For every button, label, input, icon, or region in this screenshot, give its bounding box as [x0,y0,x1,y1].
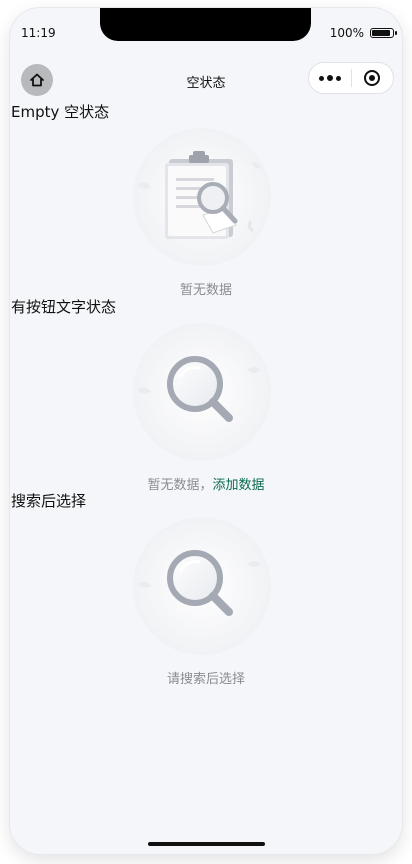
empty-description: 暂无数据 [179,283,232,298]
empty-description-text: 暂无数据， [147,478,213,493]
battery-fill [372,30,390,36]
more-button[interactable] [309,63,351,93]
phone-frame: 11:19 100% 空状态 Empty 空状态 暂无数据 有按钮文字状态 暂无… [10,8,402,854]
empty-description: 请搜索后选择 [166,672,245,687]
status-right: 100% [329,26,397,40]
home-indicator [148,842,265,846]
close-button[interactable] [352,63,393,93]
more-dots-icon [327,75,333,81]
target-dot [369,75,376,81]
battery-percent: 100% [329,26,364,40]
magnifier-icon [131,318,281,468]
section-title-search: 搜索后选择 [11,492,87,510]
empty-state-with-link: 暂无数据，添加数据 [10,318,402,493]
empty-state-search: 请搜索后选择 [10,512,402,687]
section-title-with-button: 有按钮文字状态 [11,298,117,316]
status-time: 11:19 [21,26,56,40]
empty-description: 暂无数据，添加数据 [147,474,264,493]
menu-capsule [308,62,394,94]
add-data-link[interactable]: 添加数据 [213,478,265,493]
target-circle-icon [364,70,381,86]
clipboard-search-icon [131,123,281,273]
more-dots-icon [319,75,324,81]
status-bar: 11:19 100% [10,24,402,44]
more-dots-icon [336,75,341,81]
battery-icon [370,28,397,38]
magnifier-icon [131,512,281,662]
section-title-empty: Empty 空状态 [11,103,110,121]
empty-state-basic: 暂无数据 [10,123,402,298]
navigation-bar: 空状态 [10,62,402,106]
